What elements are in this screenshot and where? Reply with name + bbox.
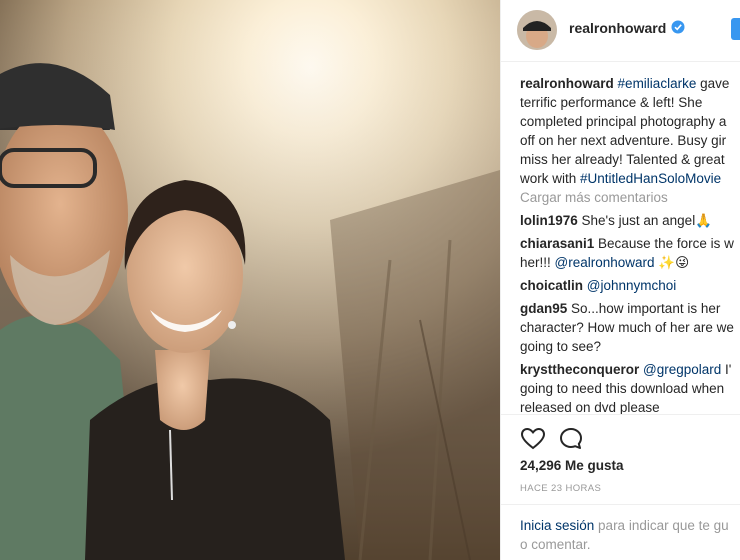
comment-text: character? How much of her are we	[520, 320, 734, 335]
comment-item: lolin1976 She's just an angel🙏	[520, 211, 712, 230]
comment-text: going to need this download when	[520, 381, 725, 396]
caption-line: completed principal photography a	[520, 112, 726, 131]
comment-text: So...how important is her	[567, 301, 721, 316]
caption-username[interactable]: realronhoward	[520, 76, 614, 91]
mention-link[interactable]: @johnnymchoi	[583, 278, 677, 293]
caption-text: completed principal photography a	[520, 114, 727, 129]
login-text: o comentar.	[520, 537, 591, 552]
avatar[interactable]	[517, 10, 557, 50]
caption-text: gave	[696, 76, 730, 91]
emoji: 🙏	[695, 213, 713, 228]
hashtag-link[interactable]: #emiliaclarke	[618, 76, 697, 91]
login-line: Inicia sesión para indicar que te gu	[520, 516, 729, 535]
caption-line: terrific performance & left! She	[520, 93, 702, 112]
login-prompt: Inicia sesión para indicar que te gu o c…	[501, 504, 740, 560]
comment-line: going to see?	[520, 337, 601, 356]
login-text: para indicar que te gu	[594, 518, 729, 533]
comment-username[interactable]: chiarasani1	[520, 236, 594, 251]
mention-link[interactable]: @realronhoward	[555, 255, 655, 270]
comment-line: going to need this download when	[520, 379, 724, 398]
comment-item: krysttheconqueror @gregpolard I'	[520, 360, 731, 379]
caption-text: work with	[520, 171, 581, 186]
comment-text: going to see?	[520, 339, 602, 354]
comment-line: her!!! @realronhoward ✨😜	[520, 253, 689, 272]
login-link[interactable]: Inicia sesión	[520, 518, 594, 533]
mention-link[interactable]: @gregpolard	[639, 362, 721, 377]
comment-text: Because the force is w	[594, 236, 734, 251]
comment-text: I'	[721, 362, 732, 377]
comment-text: released on dvd please	[520, 400, 660, 415]
verified-badge-icon	[671, 20, 685, 34]
post-timestamp[interactable]: HACE 23 HORAS	[520, 483, 601, 494]
divider	[501, 414, 740, 415]
post-header: realronhoward	[501, 0, 740, 62]
comment-username[interactable]: choicatlin	[520, 278, 583, 293]
author-username[interactable]: realronhoward	[569, 20, 666, 36]
comment-line: character? How much of her are we	[520, 318, 734, 337]
heart-icon[interactable]	[520, 426, 546, 452]
caption-text: terrific performance & left! She	[520, 95, 703, 110]
comment-item: gdan95 So...how important is her	[520, 299, 720, 318]
comment-text: She's just an angel	[577, 213, 696, 228]
post-sidebar: realronhoward realronhoward #emiliaclark…	[500, 0, 740, 560]
comment-username[interactable]: krysttheconqueror	[520, 362, 639, 377]
follow-button[interactable]	[731, 18, 740, 40]
comment-username[interactable]: gdan95	[520, 301, 567, 316]
caption-line: off on her next adventure. Busy gir	[520, 131, 726, 150]
likes-count[interactable]: 24,296 Me gusta	[520, 458, 624, 473]
comment-item: chiarasani1 Because the force is w	[520, 234, 734, 253]
caption-line: work with #UntitledHanSoloMovie	[520, 169, 721, 188]
comment-username[interactable]: lolin1976	[520, 213, 578, 228]
load-more-comments[interactable]: Cargar más comentarios	[520, 188, 668, 207]
emoji: ✨😜	[658, 255, 690, 270]
caption-text: miss her already! Talented & great	[520, 152, 725, 167]
caption-text: off on her next adventure. Busy gir	[520, 133, 727, 148]
caption-line: miss her already! Talented & great	[520, 150, 725, 169]
caption-line: realronhoward #emiliaclarke gave	[520, 74, 729, 93]
comment-item: choicatlin @johnnymchoi	[520, 276, 676, 295]
hashtag-link[interactable]: #UntitledHanSoloMovie	[580, 171, 721, 186]
comment-text: her!!!	[520, 255, 555, 270]
post-photo	[0, 0, 500, 560]
selfie-image	[0, 0, 500, 560]
comment-icon[interactable]	[558, 426, 584, 452]
